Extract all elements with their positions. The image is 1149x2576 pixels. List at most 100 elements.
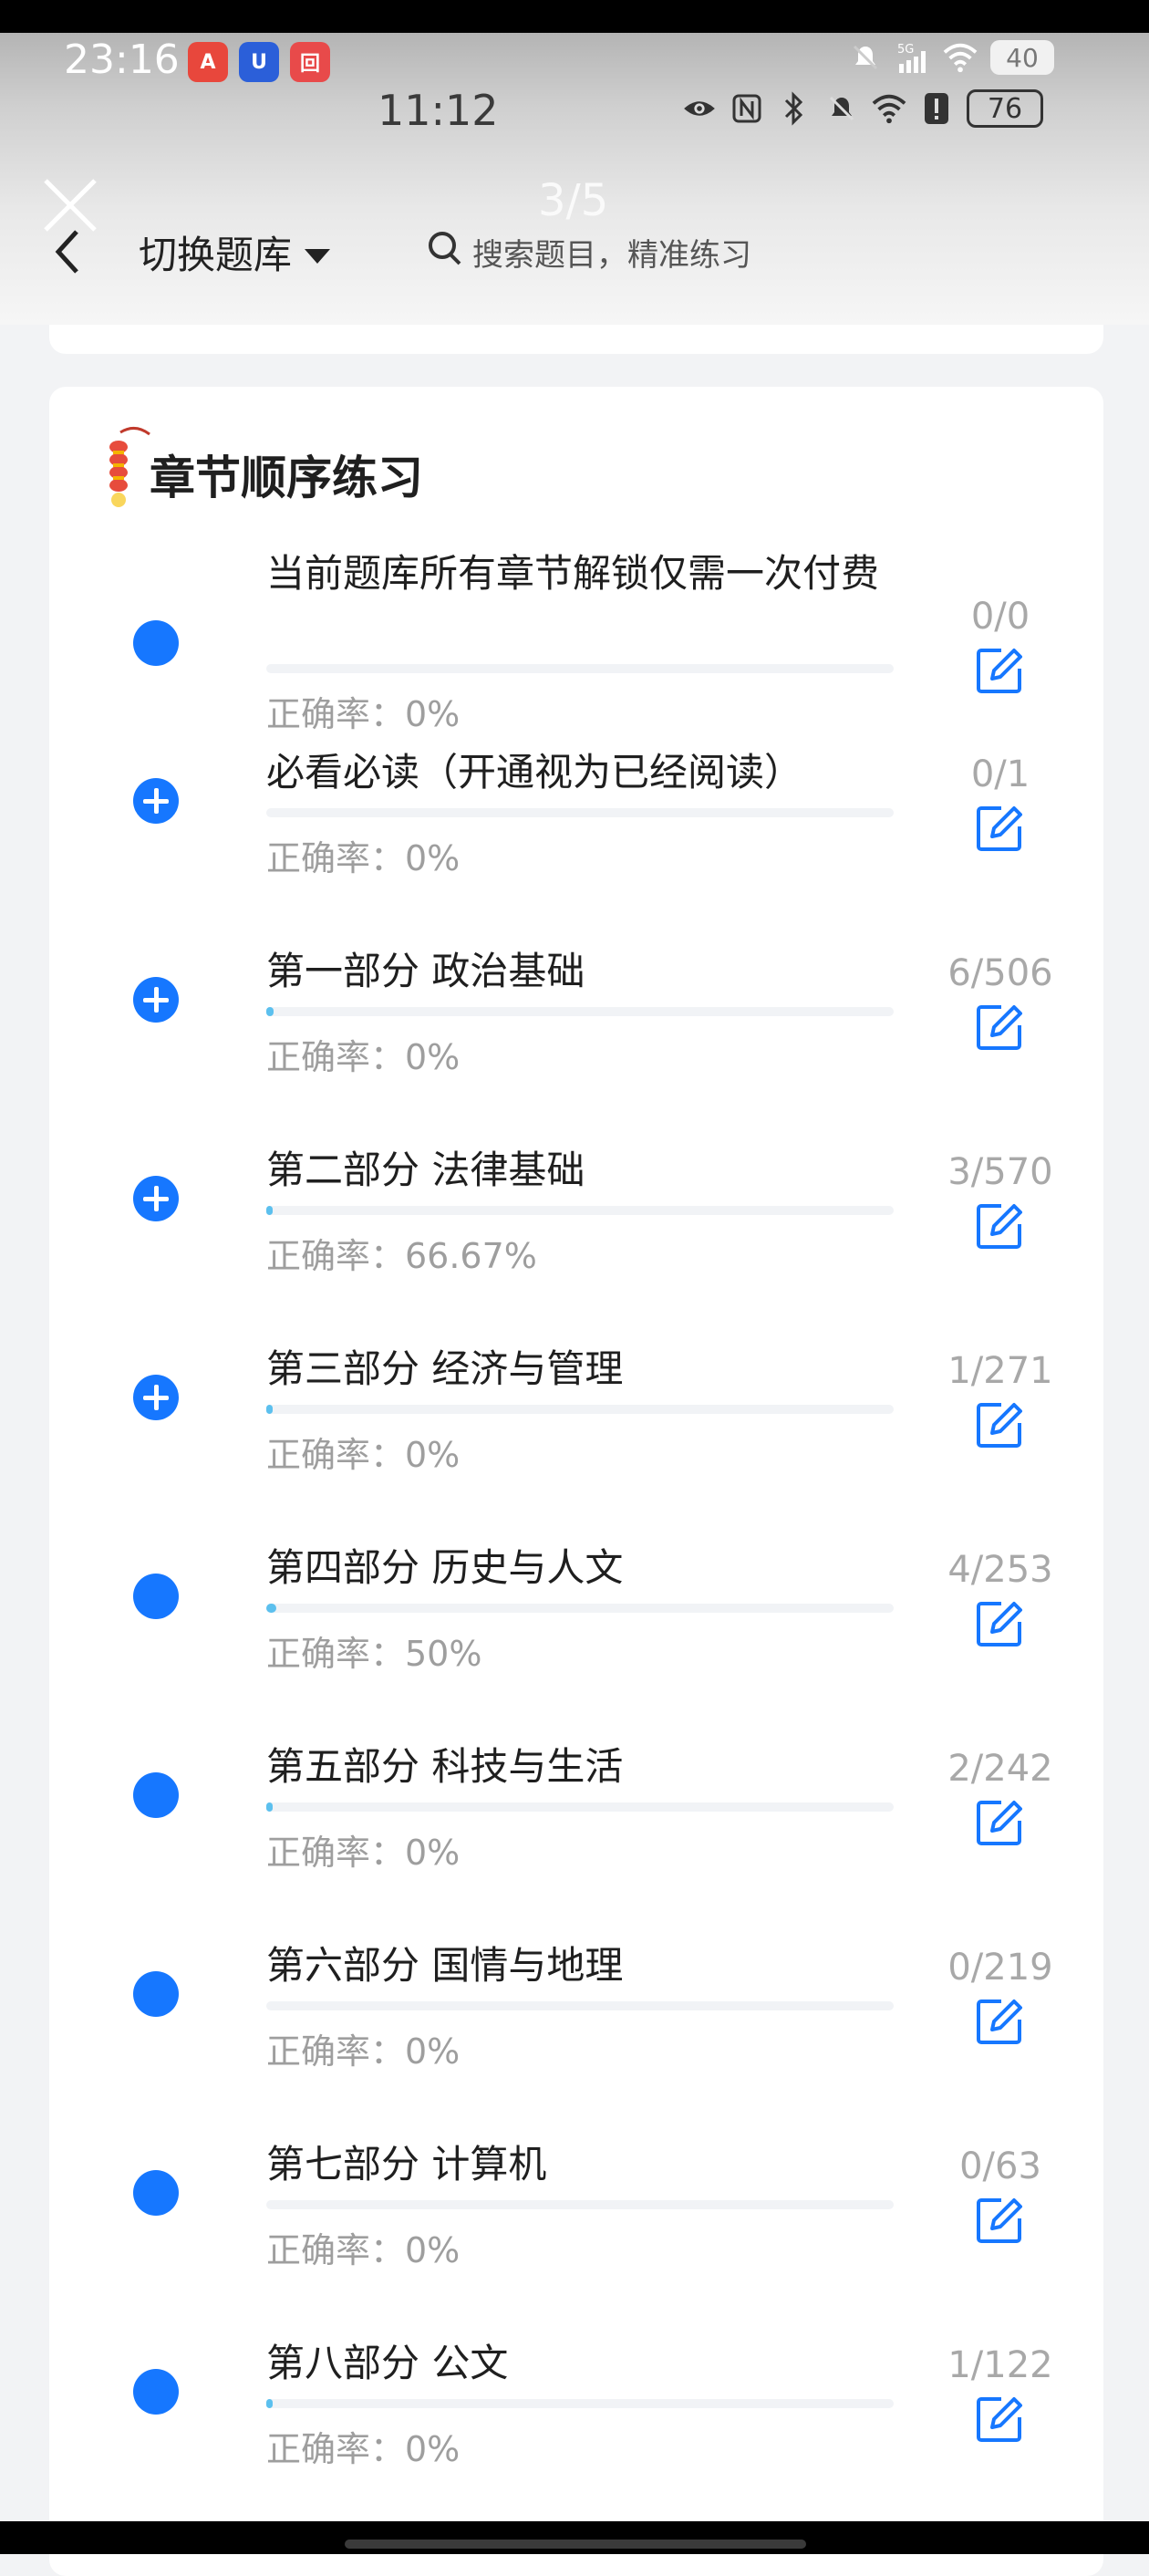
- search-icon: [427, 230, 463, 275]
- chapter-title: 第六部分 国情与地理: [266, 1943, 624, 1988]
- accuracy-label: 正确率：0%: [266, 2230, 461, 2270]
- accuracy-label: 正确率：66.67%: [266, 1236, 537, 1276]
- app-icon-u: U: [239, 42, 279, 82]
- previous-card-edge: [49, 325, 1103, 354]
- progress-fill: [266, 1604, 276, 1613]
- progress-count: 3/570: [947, 1151, 1053, 1193]
- app-icon-a: A: [188, 42, 228, 82]
- expand-plus-icon[interactable]: [133, 1375, 179, 1420]
- progress-track: [266, 1802, 894, 1812]
- accuracy-label: 正确率：0%: [266, 694, 461, 734]
- edit-icon[interactable]: [974, 645, 1025, 696]
- firecracker-icon: [98, 421, 153, 509]
- progress-count: 1/122: [947, 2344, 1053, 2386]
- caret-down-icon: [303, 230, 332, 275]
- progress-count: 1/271: [947, 1350, 1053, 1392]
- chapter-dot-icon: [133, 2369, 179, 2415]
- inner-status-icons: 76: [682, 89, 1043, 128]
- chapter-title: 第四部分 历史与人文: [266, 1545, 624, 1590]
- back-chevron-icon[interactable]: [49, 224, 86, 279]
- home-indicator[interactable]: [345, 2540, 806, 2549]
- chapter-row[interactable]: 第四部分 历史与人文正确率：50% 4/253: [0, 1542, 1149, 1733]
- search-box[interactable]: 搜索题目，精准练习: [427, 219, 901, 285]
- chapter-row[interactable]: 第八部分 公文正确率：0% 1/122: [0, 2337, 1149, 2529]
- progress-count: 0/63: [959, 2145, 1041, 2187]
- progress-track: [266, 2399, 894, 2408]
- edit-icon[interactable]: [974, 1598, 1025, 1649]
- switch-bank-label: 切换题库: [139, 233, 293, 277]
- eye-icon: [682, 91, 717, 126]
- expand-plus-icon[interactable]: [133, 977, 179, 1023]
- wifi-icon: [943, 40, 978, 75]
- edit-icon[interactable]: [974, 1399, 1025, 1450]
- network-label: 5G: [897, 43, 914, 57]
- accuracy-label: 正确率：0%: [266, 2031, 461, 2072]
- accuracy-label: 正确率：0%: [266, 1037, 461, 1077]
- switch-bank-button[interactable]: 切换题库: [139, 224, 332, 280]
- edit-icon[interactable]: [974, 803, 1025, 854]
- edit-icon[interactable]: [974, 1797, 1025, 1848]
- accuracy-label: 正确率：0%: [266, 838, 461, 878]
- chapter-title: 当前题库所有章节解锁仅需一次付费: [266, 551, 880, 596]
- chapter-title: 第八部分 公文: [266, 2341, 509, 2385]
- edit-icon[interactable]: [974, 2195, 1025, 2246]
- inner-status-time: 11:12: [378, 86, 499, 135]
- progress-count: 0/0: [970, 596, 1030, 638]
- progress-fill: [266, 1405, 273, 1414]
- chapter-title: 第一部分 政治基础: [266, 949, 585, 993]
- chapter-dot-icon: [133, 1574, 179, 1619]
- accuracy-label: 正确率：50%: [266, 1634, 482, 1674]
- chapter-row[interactable]: 第七部分 计算机正确率：0% 0/63: [0, 2138, 1149, 2330]
- signal-5g-icon: 5G: [895, 40, 930, 75]
- progress-count: 4/253: [947, 1549, 1053, 1591]
- progress-track: [266, 664, 894, 673]
- progress-fill: [266, 1206, 273, 1215]
- edit-icon[interactable]: [974, 1996, 1025, 2047]
- chapter-dot-icon: [133, 2170, 179, 2216]
- progress-count: 6/506: [947, 952, 1053, 994]
- expand-plus-icon[interactable]: [133, 778, 179, 824]
- progress-track: [266, 1604, 894, 1613]
- progress-track: [266, 1405, 894, 1414]
- progress-track: [266, 2200, 894, 2209]
- chapter-row[interactable]: 第一部分 政治基础正确率：0% 6/506: [0, 945, 1149, 1137]
- progress-fill: [266, 2399, 273, 2408]
- accuracy-label: 正确率：0%: [266, 1833, 461, 1873]
- section-title: 章节顺序练习: [150, 452, 423, 504]
- chapter-row[interactable]: 第五部分 科技与生活 正确率：0% 2/242: [0, 1740, 1149, 1932]
- edit-icon[interactable]: [974, 1200, 1025, 1252]
- progress-track: [266, 808, 894, 817]
- chapter-title: 第五部分 科技与生活: [266, 1744, 624, 1789]
- chapter-title: 第三部分 经济与管理: [266, 1346, 624, 1391]
- edit-icon[interactable]: [974, 1002, 1025, 1053]
- progress-fill: [266, 1802, 273, 1812]
- bottom-black-bar: [0, 2521, 1149, 2554]
- app-icon-pattern: 回: [290, 42, 330, 82]
- progress-track: [266, 1206, 894, 1215]
- progress-count: 0/1: [970, 753, 1030, 795]
- mute-icon: [848, 40, 883, 75]
- expand-plus-icon[interactable]: [133, 1176, 179, 1221]
- top-black-bar: [0, 0, 1149, 33]
- chapter-title: 第七部分 计算机: [266, 2142, 547, 2186]
- outer-battery-icon: 40: [990, 40, 1054, 75]
- chapter-dot-icon: [133, 1772, 179, 1818]
- chapter-row[interactable]: 第二部分 法律基础正确率：66.67% 3/570: [0, 1144, 1149, 1335]
- inner-battery-icon: 76: [967, 89, 1043, 128]
- bell-mute-icon: [824, 91, 859, 126]
- chapter-title: 必看必读（开通视为已经阅读）: [266, 750, 803, 795]
- chapter-row[interactable]: 必看必读（开通视为已经阅读） 正确率：0% 0/1: [0, 746, 1149, 938]
- progress-track: [266, 1007, 894, 1016]
- accuracy-label: 正确率：0%: [266, 2429, 461, 2469]
- notification-app-icons: AU回: [188, 42, 330, 82]
- progress-fill: [266, 1007, 274, 1016]
- chapter-dot-icon: [133, 620, 179, 666]
- alert-icon: [919, 91, 954, 126]
- chapter-row[interactable]: 第三部分 经济与管理 正确率：0% 1/271: [0, 1343, 1149, 1534]
- search-placeholder: 搜索题目，精准练习: [472, 236, 751, 274]
- progress-count: 0/219: [947, 1947, 1053, 1989]
- chapter-row[interactable]: 第六部分 国情与地理正确率：0% 0/219: [0, 1939, 1149, 2131]
- edit-icon[interactable]: [974, 2394, 1025, 2445]
- chapter-row[interactable]: 当前题库所有章节解锁仅需一次付费正确率：0% 0/0: [0, 547, 1149, 739]
- chapter-title: 第二部分 法律基础: [266, 1148, 585, 1192]
